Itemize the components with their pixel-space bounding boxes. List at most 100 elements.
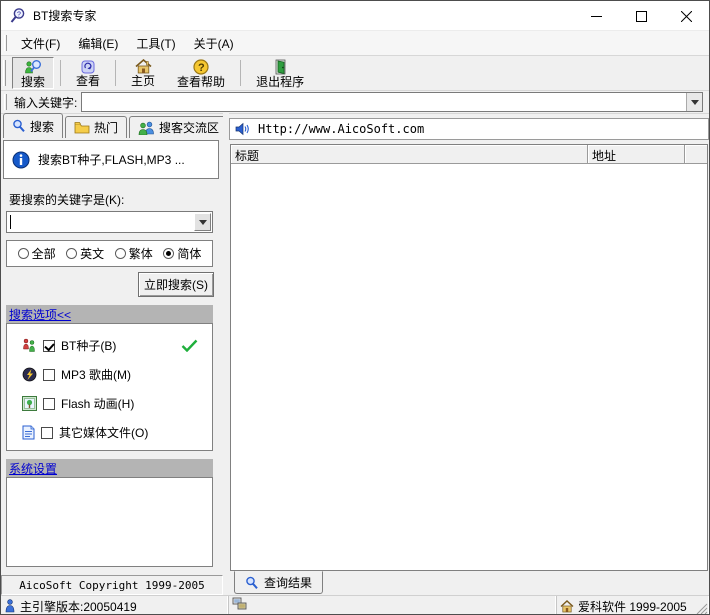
radio-english-label: 英文 <box>80 245 104 262</box>
menu-bar: 文件(F) 编辑(E) 工具(T) 关于(A) <box>1 31 709 56</box>
toolbar-exit-button[interactable]: 退出程序 <box>247 57 313 89</box>
menu-file[interactable]: 文件(F) <box>12 32 69 55</box>
toolbar-search-button[interactable]: 搜索 <box>12 57 54 89</box>
toolbar-view-label: 查看 <box>76 74 100 88</box>
copyright-text: AicoSoft Copyright 1999-2005 <box>19 579 204 592</box>
keyword-bar: 输入关键字: <box>1 91 709 114</box>
option-mp3[interactable]: MP3 歌曲(M) <box>7 360 212 389</box>
menu-about[interactable]: 关于(A) <box>185 32 243 55</box>
app-magnifier-icon: ? <box>9 7 27 25</box>
tab-query-results-label: 查询结果 <box>264 574 312 591</box>
column-header-address[interactable]: 地址 <box>588 145 685 163</box>
resize-grip[interactable] <box>694 601 708 615</box>
status-engine-section: 主引擎版本:20050419 <box>1 596 229 615</box>
radio-simplified[interactable]: 简体 <box>163 245 201 262</box>
option-flash[interactable]: Flash 动画(H) <box>7 389 212 418</box>
chevron-down-icon <box>691 100 699 105</box>
menu-edit[interactable]: 编辑(E) <box>69 32 127 55</box>
toolbar-home-button[interactable]: 主页 <box>122 57 164 89</box>
keyword-dropdown-button[interactable] <box>686 93 702 111</box>
search-options-link[interactable]: 搜索选项<< <box>9 306 71 323</box>
search-options-header: 搜索选项<< <box>6 305 213 323</box>
tab-forum[interactable]: 搜客交流区 <box>129 116 228 138</box>
menu-tools[interactable]: 工具(T) <box>127 32 184 55</box>
url-banner: Http://www.AicoSoft.com <box>229 118 709 140</box>
svg-text:?: ? <box>17 11 21 18</box>
search-options-box: BT种子(B) MP3 歌曲(M) <box>6 323 213 451</box>
toolbar-exit-label: 退出程序 <box>256 75 304 89</box>
toolbar-separator <box>60 60 61 86</box>
radio-circle <box>18 248 29 259</box>
document-icon <box>22 425 35 440</box>
radio-english[interactable]: 英文 <box>66 245 104 262</box>
option-other-label: 其它媒体文件(O) <box>59 424 148 441</box>
other-media-checkbox[interactable] <box>41 427 53 439</box>
toolbar-view-button[interactable]: 查看 <box>67 57 109 89</box>
radio-traditional-label: 繁体 <box>129 245 153 262</box>
results-table-body[interactable] <box>231 164 707 570</box>
tab-forum-label: 搜客交流区 <box>159 119 219 136</box>
tab-search[interactable]: 搜索 <box>3 113 63 138</box>
toolbar-help-label: 查看帮助 <box>177 75 225 89</box>
radio-circle <box>163 248 174 259</box>
url-text: Http://www.AicoSoft.com <box>258 122 424 136</box>
people-icon <box>138 121 155 135</box>
tab-search-label: 搜索 <box>30 118 54 135</box>
keyword-combobox[interactable] <box>81 92 703 112</box>
bt-torrent-icon <box>22 338 37 353</box>
tab-query-results[interactable]: 查询结果 <box>234 571 323 594</box>
toolbar-grip-handle[interactable] <box>3 60 6 86</box>
panel-splitter[interactable] <box>223 113 229 574</box>
system-settings-link[interactable]: 系统设置 <box>9 460 57 477</box>
option-bt-label: BT种子(B) <box>61 337 116 354</box>
search-now-button[interactable]: 立即搜索(S) <box>138 272 214 297</box>
status-bar: 主引擎版本:20050419 爱科软件 1999-2005 <box>1 595 709 615</box>
speaker-icon <box>235 122 251 136</box>
search-keyword-combobox[interactable] <box>6 211 213 233</box>
title-bar: ? BT搜索专家 <box>1 1 709 31</box>
person-search-icon <box>23 59 43 75</box>
left-tab-strip: 搜索 热门 搜客交流区 <box>3 113 230 138</box>
mp3-checkbox[interactable] <box>43 369 55 381</box>
column-header-spacer <box>685 145 707 163</box>
toolbar-separator <box>115 60 116 86</box>
system-settings-header: 系统设置 <box>6 459 213 477</box>
app-window: ? BT搜索专家 文件(F) 编辑(E) 工具(T) 关于(A) <box>0 0 710 615</box>
info-icon <box>12 151 30 169</box>
keyword-grip-handle[interactable] <box>4 94 7 110</box>
bt-torrent-checkbox[interactable] <box>43 340 55 352</box>
radio-circle <box>115 248 126 259</box>
settings-empty-area <box>6 477 213 567</box>
engine-version-text: 主引擎版本:20050419 <box>20 598 137 615</box>
search-icon <box>12 119 26 133</box>
radio-traditional[interactable]: 繁体 <box>115 245 153 262</box>
results-table-header: 标题 地址 <box>231 145 707 164</box>
language-radio-group: 全部 英文 繁体 简体 <box>6 240 213 267</box>
search-icon <box>245 576 259 590</box>
view-icon <box>81 59 95 74</box>
search-now-label: 立即搜索(S) <box>144 276 208 293</box>
tab-hot-label: 热门 <box>94 119 118 136</box>
help-icon: ? <box>193 59 209 75</box>
close-button[interactable] <box>664 1 709 31</box>
tab-hot[interactable]: 热门 <box>65 116 127 138</box>
radio-all[interactable]: 全部 <box>18 245 56 262</box>
text-caret <box>10 215 11 229</box>
column-header-title[interactable]: 标题 <box>231 145 588 163</box>
option-other-media[interactable]: 其它媒体文件(O) <box>7 418 212 447</box>
option-bt-torrent[interactable]: BT种子(B) <box>7 331 212 360</box>
search-keyword-dropdown-button[interactable] <box>194 213 211 231</box>
option-flash-label: Flash 动画(H) <box>61 395 134 412</box>
toolbar-help-button[interactable]: ? 查看帮助 <box>168 57 234 89</box>
minimize-button[interactable] <box>574 1 619 31</box>
toolbar-separator <box>240 60 241 86</box>
chevron-down-icon <box>199 220 207 225</box>
menu-grip-handle[interactable] <box>4 35 7 51</box>
flash-checkbox[interactable] <box>43 398 55 410</box>
maximize-button[interactable] <box>619 1 664 31</box>
exit-door-icon <box>274 59 287 75</box>
keyword-label: 输入关键字: <box>14 94 77 111</box>
mp3-icon <box>22 367 37 382</box>
person-status-icon <box>4 599 16 613</box>
results-table: 标题 地址 <box>230 144 708 571</box>
